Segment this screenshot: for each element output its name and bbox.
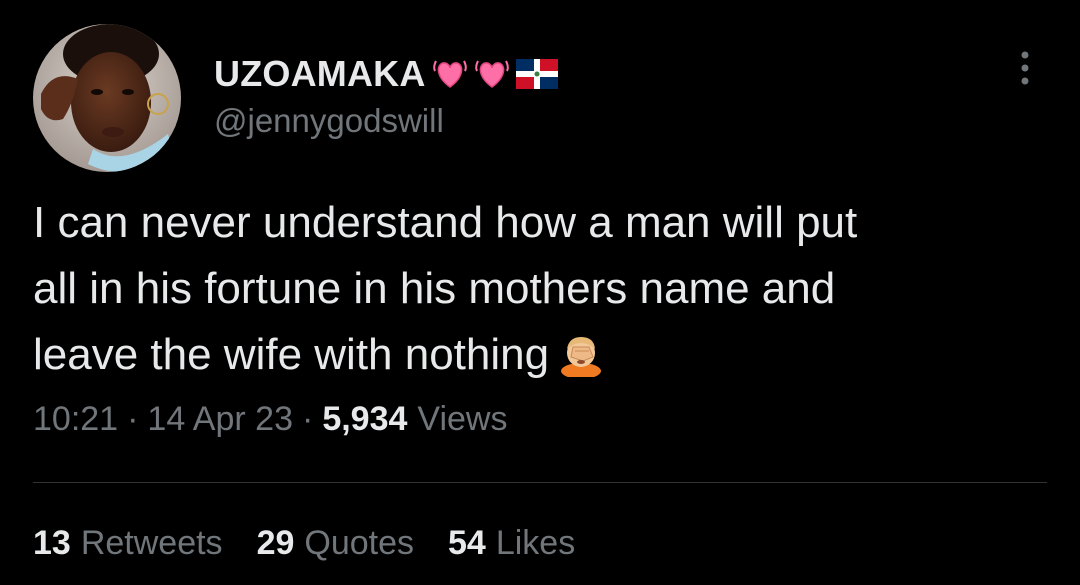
author-name-row[interactable]: UZOAMAKA (214, 52, 558, 96)
likes-stat[interactable]: 54 Likes (448, 524, 575, 563)
meta-separator: · (301, 400, 314, 438)
views-count[interactable]: 5,934 (322, 400, 407, 439)
likes-count: 54 (448, 524, 486, 562)
quotes-label: Quotes (304, 524, 415, 562)
tweet-text-line: all in his fortune in his mothers name a… (33, 264, 836, 313)
dominican-republic-flag-icon (515, 59, 558, 89)
tweet-text-line-last: leave the wife with nothing (33, 322, 1043, 396)
tweet-time[interactable]: 10:21 (33, 400, 118, 439)
retweets-label: Retweets (80, 524, 223, 562)
user-handle[interactable]: @jennygodswill (214, 102, 444, 140)
growing-heart-icon (474, 57, 510, 91)
face-palm-icon (559, 330, 605, 396)
meta-separator: · (127, 400, 139, 438)
avatar[interactable] (33, 24, 181, 172)
views-label[interactable]: Views (417, 400, 507, 439)
tweet-card: UZOAMAKA @jennygodswill I can never unde… (0, 0, 1080, 585)
divider (33, 482, 1047, 483)
tweet-date[interactable]: 14 Apr 23 (147, 400, 293, 439)
tweet-text: I can never understand how a man will pu… (33, 190, 1043, 396)
quotes-stat[interactable]: 29 Quotes (257, 524, 414, 563)
retweets-stat[interactable]: 13 Retweets (33, 524, 223, 563)
retweets-count: 13 (33, 524, 71, 562)
likes-label: Likes (495, 524, 576, 562)
more-options-button[interactable] (1005, 48, 1045, 88)
tweet-meta: 10:21 · 14 Apr 23 · 5,934 Views (33, 400, 508, 439)
quotes-count: 29 (256, 524, 295, 562)
profile-photo-icon (33, 24, 181, 172)
growing-heart-icon (432, 57, 468, 91)
tweet-stats: 13 Retweets 29 Quotes 54 Likes (33, 524, 609, 563)
display-name[interactable]: UZOAMAKA (214, 53, 426, 95)
more-options-icon (1021, 51, 1029, 85)
tweet-text-line: leave the wife with nothing (33, 330, 550, 379)
tweet-text-line: I can never understand how a man will pu… (33, 198, 858, 247)
